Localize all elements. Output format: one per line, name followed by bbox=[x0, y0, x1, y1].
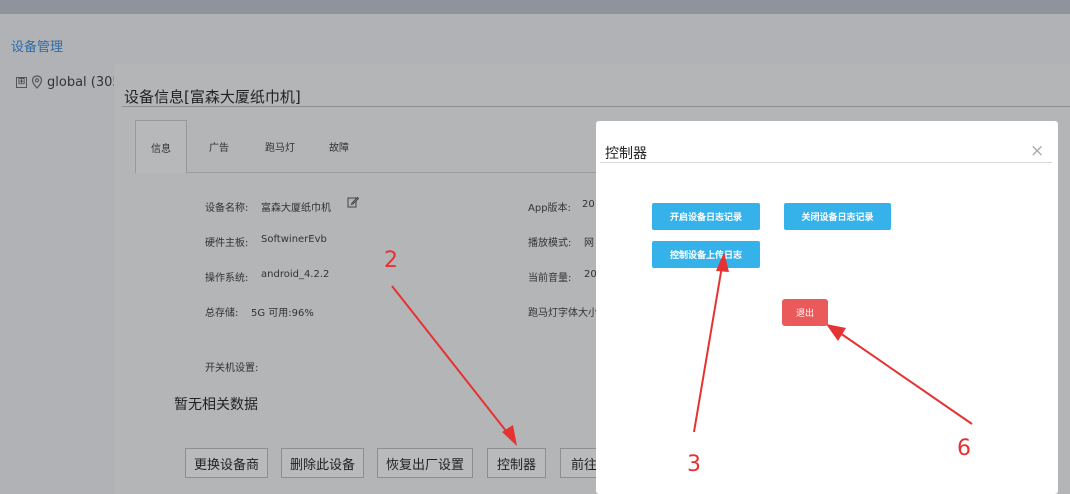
annotation-label-6: 6 bbox=[957, 436, 971, 461]
annotation-label-3: 3 bbox=[687, 452, 701, 477]
arrow-6 bbox=[826, 324, 973, 425]
arrow-3 bbox=[693, 252, 729, 433]
annotation-label-2: 2 bbox=[384, 248, 398, 273]
annotation-layer bbox=[391, 252, 973, 446]
arrow-2 bbox=[391, 285, 517, 446]
